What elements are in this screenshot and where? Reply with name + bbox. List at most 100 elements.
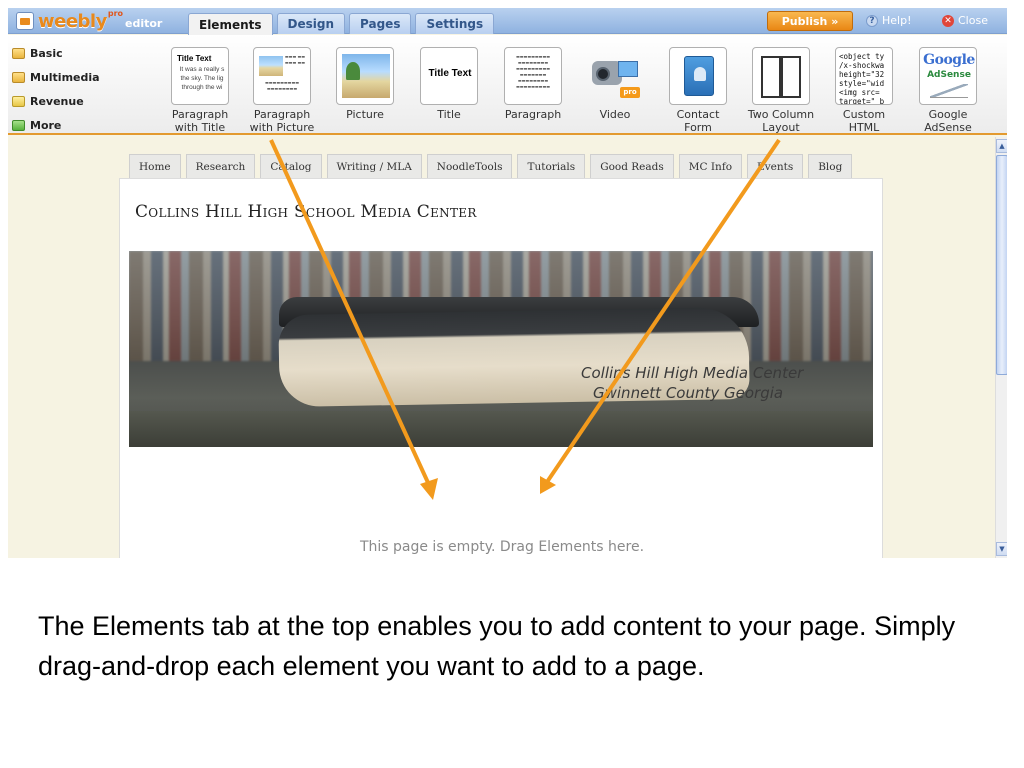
element-label: Paragraph with Title [171, 108, 229, 134]
close-link[interactable]: ✕ Close [942, 14, 988, 27]
contact-form-thumbnail [669, 47, 727, 105]
google-adsense-thumbnail: Google AdSense [919, 47, 977, 105]
nav-research[interactable]: Research [185, 154, 256, 178]
header-image[interactable]: Collins Hill High Media Center Gwinnett … [129, 251, 873, 447]
element-label: Two Column Layout [747, 108, 815, 134]
scroll-up-icon[interactable]: ▲ [996, 139, 1007, 153]
help-link[interactable]: ? Help! [866, 14, 912, 27]
tab-design[interactable]: Design [276, 13, 346, 34]
element-label: Title [437, 108, 461, 121]
help-icon: ? [866, 14, 878, 27]
element-label: Paragraph [504, 108, 562, 121]
close-label: Close [958, 14, 988, 27]
nav-writing-mla[interactable]: Writing / MLA [326, 154, 422, 178]
title-thumbnail: Title Text [420, 47, 478, 105]
weebly-editor-screenshot: weebly pro editor Elements Design Pages … [8, 8, 1007, 558]
video-screen-icon [618, 61, 638, 77]
category-label: Multimedia [30, 70, 100, 84]
slide-caption: The Elements tab at the top enables you … [38, 611, 956, 681]
element-label: Picture [346, 108, 384, 121]
publish-button[interactable]: Publish » [767, 11, 853, 31]
caption-line-2: Gwinnett County Georgia [593, 384, 784, 402]
mini-text: It was a really s the sky. The lig throu… [179, 66, 225, 91]
two-column-thumbnail [752, 47, 810, 105]
category-label: Basic [30, 46, 63, 60]
empty-page-note: This page is empty. Drag Elements here. [359, 539, 645, 555]
nav-good-reads[interactable]: Good Reads [590, 154, 674, 178]
site-title[interactable]: Collins Hill High School Media Center [135, 202, 477, 222]
table-surface [129, 411, 873, 447]
nav-catalog[interactable]: Catalog [260, 154, 322, 178]
picture-icon [342, 54, 390, 98]
element-video[interactable]: pro Video [579, 35, 659, 135]
folder-icon [12, 47, 25, 59]
paragraph-with-picture-thumbnail: ▬▬▬ ▬▬ ▬▬▬ ▬▬ ▬▬▬▬▬▬▬▬▬ ▬▬▬▬▬▬▬▬ [253, 47, 311, 105]
element-label: Video [599, 108, 631, 121]
mini-title: Title Text [177, 54, 212, 63]
category-multimedia[interactable]: Multimedia [12, 65, 100, 89]
picture-thumbnail-icon [259, 56, 283, 76]
nav-tutorials[interactable]: Tutorials [517, 154, 586, 178]
element-title[interactable]: Title Text Title [413, 35, 493, 135]
arrow-right-icon [12, 119, 25, 131]
element-google-adsense[interactable]: Google AdSense Google AdSense [912, 35, 992, 135]
paragraph-thumbnail: ▬▬▬▬▬▬▬▬▬ ▬▬▬▬▬▬▬▬ ▬▬▬▬▬▬▬▬▬ ▬▬▬▬▬▬▬ ▬▬▬… [504, 47, 562, 105]
folder-icon [12, 95, 25, 107]
caption-line-1: Collins Hill High Media Center [581, 364, 804, 382]
elements-toolbar: Basic Multimedia Revenue More Title Text… [8, 35, 1007, 135]
weebly-logo: weebly pro editor [16, 8, 163, 32]
category-basic[interactable]: Basic [12, 41, 100, 65]
mini-lines-icon: ▬▬▬▬▬▬▬▬▬ ▬▬▬▬▬▬▬▬ [264, 80, 299, 91]
element-picture[interactable]: Picture [329, 35, 409, 135]
editor-tabs: Elements Design Pages Settings [188, 13, 495, 35]
element-paragraph[interactable]: ▬▬▬▬▬▬▬▬▬ ▬▬▬▬▬▬▬▬ ▬▬▬▬▬▬▬▬▬ ▬▬▬▬▬▬▬ ▬▬▬… [497, 35, 577, 135]
scroll-down-icon[interactable]: ▼ [996, 542, 1007, 556]
weebly-logo-icon [16, 12, 34, 30]
tab-pages[interactable]: Pages [349, 13, 412, 34]
element-label: Google AdSense [924, 108, 972, 134]
element-categories: Basic Multimedia Revenue More [12, 41, 100, 137]
nav-noodletools[interactable]: NoodleTools [426, 154, 513, 178]
adsense-label: AdSense [927, 70, 971, 80]
code-snippet: <object ty /x-shockwa height="32 style="… [839, 52, 885, 105]
element-two-column-layout[interactable]: Two Column Layout [745, 35, 825, 135]
top-bar: weebly pro editor Elements Design Pages … [8, 8, 1007, 35]
nav-home[interactable]: Home [129, 154, 181, 178]
tab-elements[interactable]: Elements [188, 13, 273, 35]
mini-lines-icon: ▬▬▬ ▬▬ ▬▬▬ ▬▬ [284, 54, 306, 65]
scroll-thumb[interactable] [996, 155, 1007, 375]
category-revenue[interactable]: Revenue [12, 89, 100, 113]
element-custom-html[interactable]: <object ty /x-shockwa height="32 style="… [828, 35, 908, 135]
nav-blog[interactable]: Blog [808, 154, 853, 178]
element-paragraph-with-title[interactable]: Title Text It was a really s the sky. Th… [164, 35, 244, 135]
slide: weebly pro editor Elements Design Pages … [0, 0, 1024, 768]
category-more[interactable]: More [12, 113, 100, 137]
picture-thumbnail [336, 47, 394, 105]
logo-editor-label: editor [125, 16, 163, 30]
address-book-icon [684, 56, 714, 96]
camera-lens-icon [596, 67, 610, 81]
folder-icon [12, 71, 25, 83]
mini-lines-icon: ▬▬▬▬▬▬▬▬▬ ▬▬▬▬▬▬▬▬ ▬▬▬▬▬▬▬▬▬ ▬▬▬▬▬▬▬ ▬▬▬… [515, 54, 550, 89]
element-label: Custom HTML [842, 108, 886, 134]
tab-settings[interactable]: Settings [415, 13, 495, 34]
google-logo: Google [923, 52, 975, 68]
paragraph-with-title-thumbnail: Title Text It was a really s the sky. Th… [171, 47, 229, 105]
element-label: Paragraph with Picture [249, 108, 315, 134]
element-paragraph-with-picture[interactable]: ▬▬▬ ▬▬ ▬▬▬ ▬▬ ▬▬▬▬▬▬▬▬▬ ▬▬▬▬▬▬▬▬ Paragra… [246, 35, 326, 135]
header-image-caption: Collins Hill High Media Center Gwinnett … [581, 363, 803, 403]
nav-events[interactable]: Events [747, 154, 804, 178]
mini-title: Title Text [428, 68, 472, 79]
graph-icon [930, 84, 968, 98]
logo-word: weebly [38, 10, 107, 32]
category-label: Revenue [30, 94, 84, 108]
vertical-scrollbar[interactable]: ▲ ▼ [995, 137, 1007, 558]
pro-badge: pro [620, 87, 640, 98]
logo-pro-badge: pro [107, 8, 124, 18]
video-thumbnail: pro [586, 47, 644, 105]
site-page: Collins Hill High School Media Center Co… [119, 178, 883, 558]
close-icon: ✕ [942, 14, 954, 27]
help-label: Help! [882, 14, 912, 27]
nav-mc-info[interactable]: MC Info [678, 154, 743, 178]
element-contact-form[interactable]: Contact Form [662, 35, 742, 135]
